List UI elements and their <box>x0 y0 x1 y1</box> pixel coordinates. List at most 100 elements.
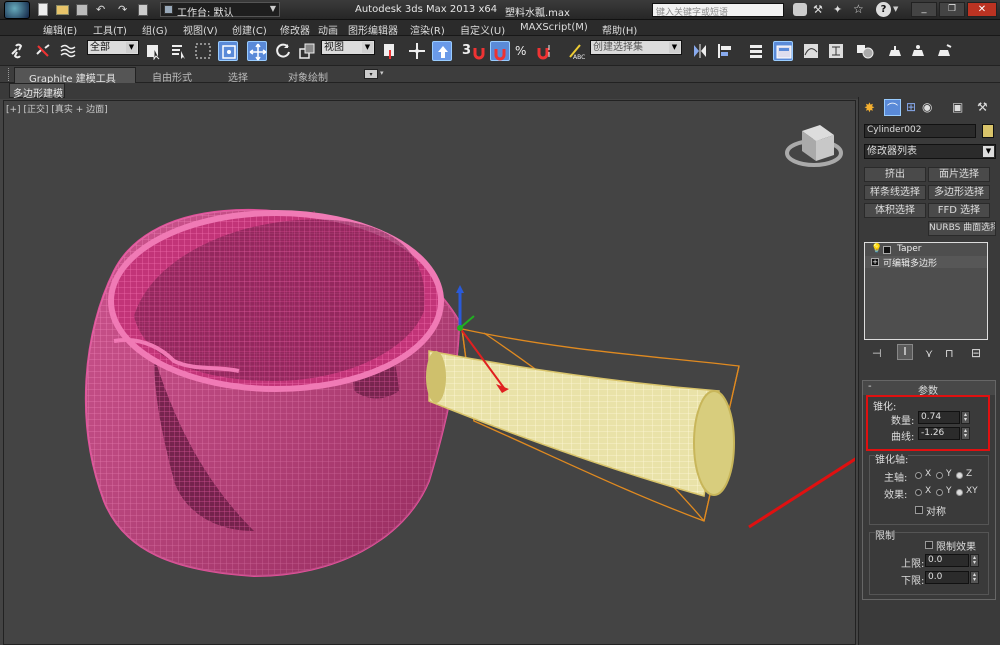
modifier-list-dropdown[interactable]: 修改器列表 ▼ <box>864 144 996 159</box>
modifier-stack[interactable]: 💡 Taper + 可编辑多边形 <box>864 242 988 340</box>
amount-spinner-arrows[interactable]: ▴ ▾ <box>961 411 970 424</box>
lightbulb-icon[interactable]: 💡 <box>871 244 882 254</box>
save-file-icon[interactable] <box>76 4 88 16</box>
tab-graphite-modeling-tools[interactable]: Graphite 建模工具 <box>14 67 136 85</box>
select-and-move-icon[interactable] <box>247 41 267 61</box>
select-by-name-icon[interactable] <box>169 41 189 61</box>
effect-y-radio[interactable] <box>936 489 943 496</box>
spinner-snap-icon[interactable] <box>534 41 554 61</box>
menu-customize[interactable]: 自定义(U) <box>460 22 505 37</box>
limit-effect-checkbox[interactable] <box>925 541 933 549</box>
window-crossing-icon[interactable] <box>218 41 238 61</box>
ffd-select-button[interactable]: FFD 选择 <box>928 203 990 218</box>
show-end-result-icon[interactable]: I <box>897 344 913 360</box>
angle-snap-icon[interactable] <box>490 41 510 61</box>
undo-icon[interactable]: ↶ <box>96 3 105 16</box>
tools-icon[interactable]: ⚒ <box>813 3 823 16</box>
reference-coordinate-dropdown[interactable]: 视图 ▼ <box>321 40 375 55</box>
maximize-icon[interactable]: ❐ <box>939 2 965 17</box>
perspective-viewport[interactable]: [+] [正交] [真实 + 边面] <box>3 100 856 645</box>
hierarchy-tab-icon[interactable]: ⊞ <box>906 100 916 114</box>
create-tab-icon[interactable]: ✸ <box>864 101 875 116</box>
schematic-view-icon[interactable] <box>826 41 846 61</box>
ladle-bowl[interactable] <box>84 208 461 578</box>
lower-limit-spinner[interactable]: 0.0 <box>925 571 969 584</box>
new-file-icon[interactable] <box>38 3 48 16</box>
display-tab-icon[interactable]: ▣ <box>952 100 963 114</box>
rendered-frame-window-icon[interactable] <box>908 41 928 61</box>
stack-item-editable-poly[interactable]: + 可编辑多边形 <box>865 256 987 269</box>
material-editor-icon[interactable] <box>855 41 875 61</box>
rollout-header[interactable]: - 参数 <box>863 381 995 397</box>
open-file-icon[interactable] <box>56 5 69 15</box>
utilities-tab-icon[interactable]: ⚒ <box>977 100 988 114</box>
menu-create[interactable]: 创建(C) <box>232 22 267 37</box>
amount-spinner[interactable]: 0.74 <box>918 411 960 424</box>
curve-spinner-arrows[interactable]: ▴ ▾ <box>961 427 970 440</box>
layer-manager-icon[interactable] <box>746 41 766 61</box>
curve-editor-icon[interactable] <box>801 41 821 61</box>
search-input[interactable]: 键入关键字或短语 <box>652 3 784 18</box>
workspace-dropdown[interactable]: 工作台: 默认 ▼ <box>160 2 280 19</box>
nurbs-surface-select-button[interactable]: NURBS 曲面选择 <box>928 221 996 236</box>
motion-tab-icon[interactable]: ◉ <box>922 100 932 114</box>
graphite-toggle-icon[interactable] <box>773 41 793 61</box>
star-icon[interactable]: ☆ <box>853 2 864 16</box>
ladle-handle[interactable] <box>426 350 735 497</box>
effect-xy-radio[interactable] <box>956 489 963 496</box>
menu-graph-editors[interactable]: 图形编辑器 <box>348 22 398 37</box>
menu-help[interactable]: 帮助(H) <box>602 22 637 37</box>
subscription-icon[interactable]: ✦ <box>833 3 842 16</box>
menu-animation[interactable]: 动画 <box>318 22 338 37</box>
menu-maxscript[interactable]: MAXScript(M) <box>520 22 588 33</box>
select-and-scale-icon[interactable] <box>297 41 317 61</box>
modify-tab-icon[interactable]: ⌒ <box>884 99 901 116</box>
tab-object-paint[interactable]: 对象绘制 <box>288 69 328 84</box>
pin-stack-icon[interactable]: ⊣ <box>872 347 882 360</box>
tab-freeform[interactable]: 自由形式 <box>152 69 192 84</box>
stack-item-taper[interactable]: 💡 Taper <box>865 244 987 256</box>
unlink-icon[interactable] <box>33 41 53 61</box>
help-dropdown-icon[interactable]: ▼ <box>893 5 898 13</box>
patch-select-button[interactable]: 面片选择 <box>928 167 990 182</box>
percent-snap-icon[interactable]: % <box>512 41 532 61</box>
ribbon-grip-icon[interactable] <box>8 68 11 81</box>
remove-modifier-icon[interactable]: ⊓ <box>945 347 954 360</box>
menu-edit[interactable]: 编辑(E) <box>43 22 77 37</box>
bind-spacewarp-icon[interactable] <box>58 41 78 61</box>
select-and-rotate-icon[interactable] <box>273 41 293 61</box>
lower-limit-arrows[interactable]: ▴ ▾ <box>970 571 979 584</box>
ribbon-options-button[interactable]: ▾ <box>364 69 378 79</box>
viewcube[interactable] <box>785 125 843 167</box>
expand-icon[interactable] <box>883 246 891 254</box>
minimize-icon[interactable]: _ <box>911 2 937 17</box>
primary-x-radio[interactable] <box>915 472 922 479</box>
tab-selection[interactable]: 选择 <box>228 69 248 84</box>
menu-modifiers[interactable]: 修改器 <box>280 22 310 37</box>
use-pivot-center-icon[interactable] <box>380 41 400 61</box>
make-unique-icon[interactable]: ⋎ <box>925 347 933 360</box>
menu-rendering[interactable]: 渲染(R) <box>410 22 445 37</box>
mirror-icon[interactable] <box>690 41 710 61</box>
select-manipulate-icon[interactable] <box>407 41 427 61</box>
menu-tools[interactable]: 工具(T) <box>93 22 127 37</box>
render-production-icon[interactable] <box>934 41 954 61</box>
snap-toggle-icon[interactable] <box>470 41 490 61</box>
edit-named-selection-icon[interactable]: ABC <box>566 41 586 61</box>
object-color-swatch[interactable] <box>982 124 994 138</box>
effect-x-radio[interactable] <box>915 489 922 496</box>
keyboard-shortcut-override-icon[interactable] <box>432 41 452 61</box>
redo-icon[interactable]: ↷ <box>118 3 127 16</box>
upper-limit-spinner[interactable]: 0.0 <box>925 554 969 567</box>
extrude-button[interactable]: 挤出 <box>864 167 926 182</box>
poly-select-button[interactable]: 多边形选择 <box>928 185 990 200</box>
primary-z-radio[interactable] <box>956 472 963 479</box>
subtab-polygon-modeling[interactable]: 多边形建模 <box>9 83 65 100</box>
app-logo-icon[interactable] <box>4 1 30 19</box>
volume-select-button[interactable]: 体积选择 <box>864 203 926 218</box>
select-object-icon[interactable] <box>144 41 164 61</box>
help-icon[interactable]: ? <box>876 2 891 17</box>
expand-icon[interactable]: + <box>871 258 879 266</box>
spline-select-button[interactable]: 样条线选择 <box>864 185 926 200</box>
selection-filter-dropdown[interactable]: 全部 ▼ <box>87 40 139 55</box>
